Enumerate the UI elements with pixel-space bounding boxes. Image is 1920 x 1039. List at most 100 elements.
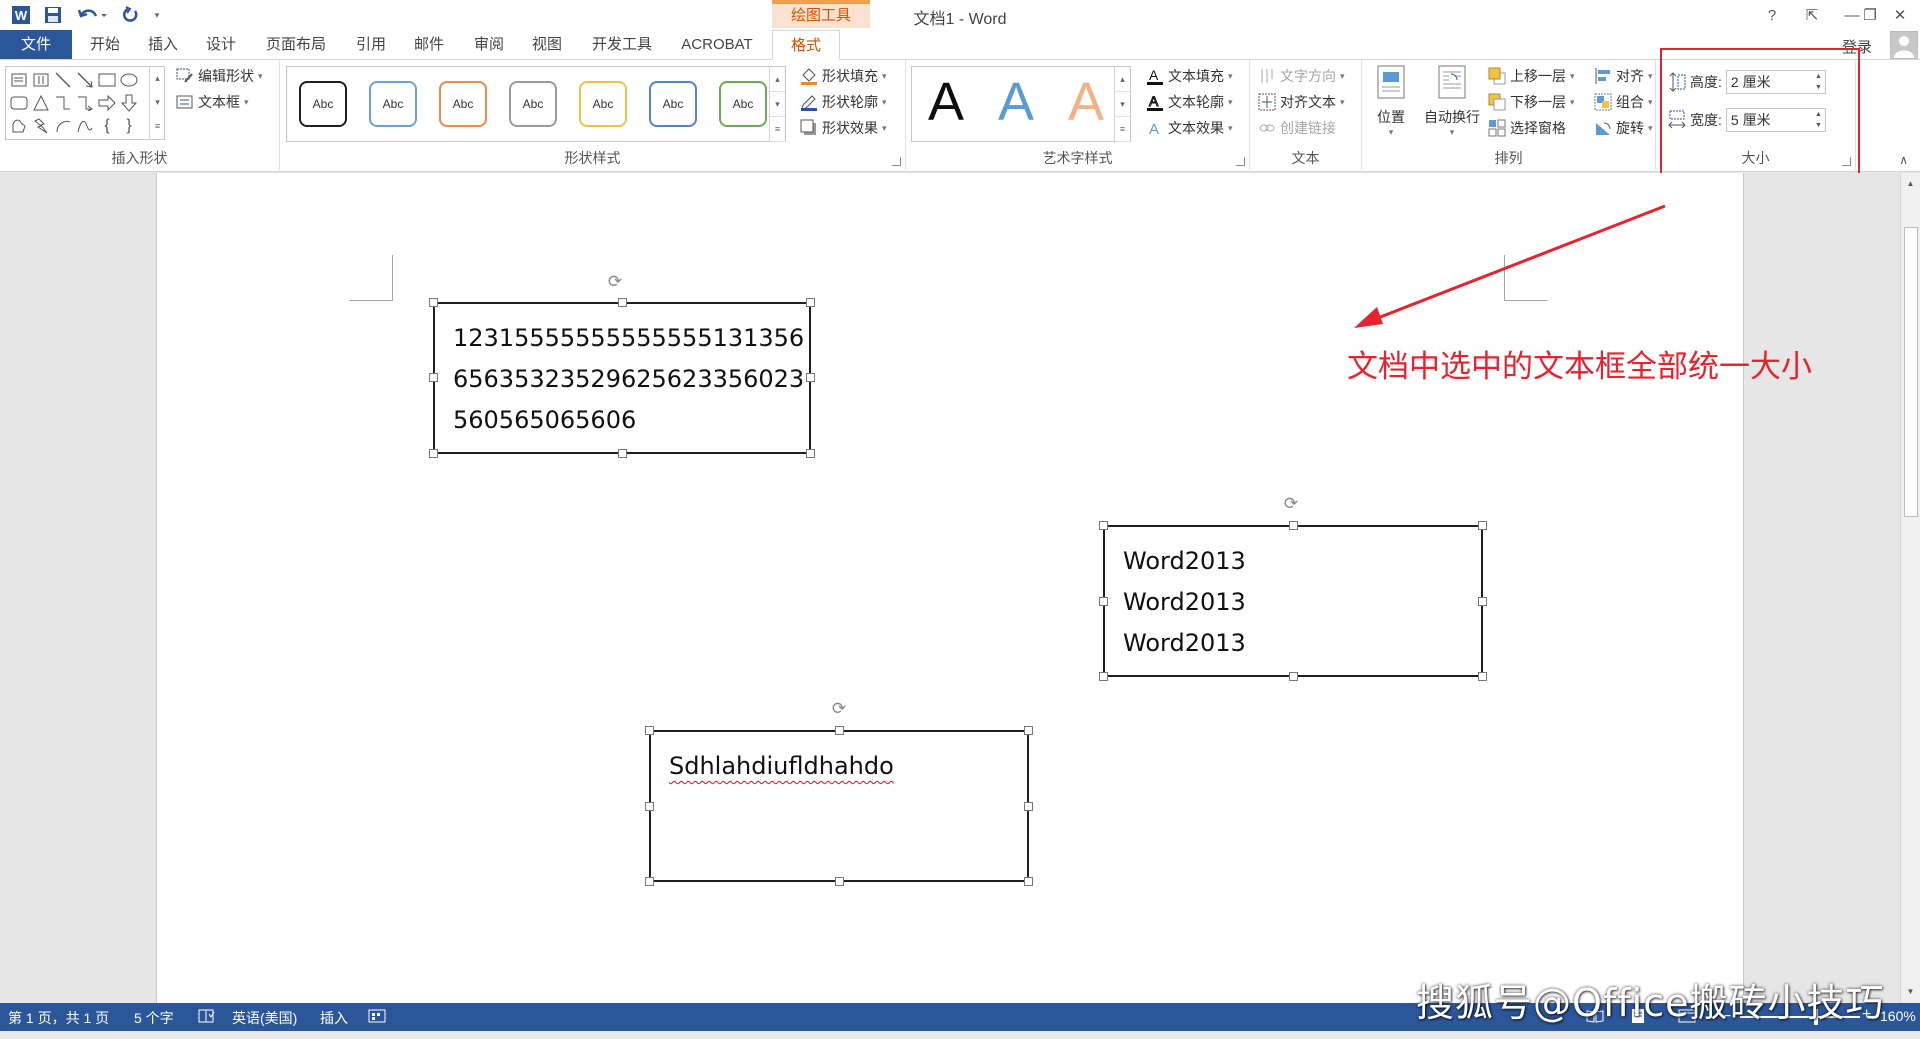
position-button[interactable]: 位置 ▾ [1368,64,1414,138]
scrollbar-thumb[interactable] [1904,227,1918,517]
gallery-more-icon[interactable]: ≡ [770,117,785,142]
oval-shape-icon[interactable] [119,70,139,90]
shape-style-thumb[interactable]: Abc [719,81,767,127]
wrap-text-button[interactable]: 自动换行 ▾ [1420,64,1484,138]
shape-style-gallery-scroll[interactable]: ▴ ▾ ≡ [769,67,785,142]
right-arrow-shape-icon[interactable] [97,93,117,113]
tab-design[interactable]: 设计 [196,30,246,59]
tab-developer[interactable]: 开发工具 [584,30,660,59]
triangle-shape-icon[interactable] [31,93,51,113]
width-spinner-icon[interactable]: ▲ ▼ [1815,109,1822,131]
close-button[interactable]: ✕ [1880,3,1920,27]
ribbon-display-options-button[interactable]: ⇱ [1792,3,1832,27]
document-area[interactable]: ⟳ 12315555555555555131356 65635323529625… [0,173,1900,1003]
wordart-gallery-scroll[interactable]: ▴ ▾ ≡ [1114,67,1130,142]
tab-insert[interactable]: 插入 [138,30,188,59]
tab-acrobat[interactable]: ACROBAT [672,30,762,59]
shape-outline-button[interactable]: 形状轮廓 ▾ [800,92,887,112]
macro-recording-icon[interactable] [368,1008,386,1027]
gallery-up-icon[interactable]: ▴ [1115,67,1130,92]
arrow-line-shape-icon[interactable] [75,70,95,90]
tab-file[interactable]: 文件 [0,30,72,59]
arc-shape-icon[interactable] [53,116,73,136]
shape-effects-button[interactable]: 形状效果 ▾ [800,118,887,138]
right-brace-shape-icon[interactable]: } [119,116,139,136]
tab-format[interactable]: 格式 [772,30,840,60]
proofing-icon[interactable] [198,1008,216,1027]
gallery-down-icon[interactable]: ▾ [150,90,165,114]
scroll-down-icon[interactable]: ▼ [1901,983,1920,1001]
shape-fill-button[interactable]: 形状填充 ▾ [800,66,887,86]
left-brace-shape-icon[interactable]: { [97,116,117,136]
wordart-style-gallery[interactable]: A A A ▴ ▾ ≡ [911,66,1131,142]
vertical-scrollbar[interactable]: ▲ ▼ [1900,173,1920,1003]
shape-style-thumb[interactable]: Abc [299,81,347,127]
dialog-launcher-icon[interactable] [892,157,901,166]
down-arrow-shape-icon[interactable] [119,93,139,113]
shape-style-thumb[interactable]: Abc [649,81,697,127]
tab-page-layout[interactable]: 页面布局 [256,30,336,59]
edit-shape-button[interactable]: 编辑形状 ▾ [176,66,263,86]
sign-in-link[interactable]: 登录 [1842,36,1872,57]
page-count-status[interactable]: 第 1 页，共 1 页 [8,1008,109,1028]
gallery-down-icon[interactable]: ▾ [770,92,785,117]
rotate-button[interactable]: 旋转 ▾ [1594,118,1653,138]
help-button[interactable]: ? [1752,3,1792,27]
bring-forward-button[interactable]: 上移一层 ▾ [1488,66,1575,86]
elbow-connector-shape-icon[interactable] [53,93,73,113]
rounded-rectangle-shape-icon[interactable] [9,93,29,113]
create-link-button[interactable]: 创建链接 [1258,118,1336,138]
lightning-shape-icon[interactable] [31,116,51,136]
shape-gallery[interactable]: { } [5,66,165,140]
shape-style-thumb[interactable]: Abc [579,81,627,127]
scroll-up-icon[interactable]: ▲ [1901,175,1920,193]
shape-style-thumb[interactable]: Abc [439,81,487,127]
shape-gallery-scroll[interactable]: ▴ ▾ ≡ [149,66,165,140]
wordart-style-thumb[interactable]: A [1068,71,1104,133]
shape-style-thumb[interactable]: Abc [369,81,417,127]
tab-references[interactable]: 引用 [346,30,396,59]
document-page[interactable]: ⟳ 12315555555555555131356 65635323529625… [156,173,1812,1003]
language-status[interactable]: 英语(美国) [232,1008,297,1028]
gallery-more-icon[interactable]: ≡ [1115,117,1130,142]
freeform-shape-icon[interactable] [9,116,29,136]
shape-style-thumb[interactable]: Abc [509,81,557,127]
gallery-up-icon[interactable]: ▴ [770,67,785,92]
collapse-ribbon-icon[interactable]: ∧ [1899,153,1908,167]
avatar[interactable] [1890,31,1918,59]
shape-style-gallery[interactable]: Abc Abc Abc Abc Abc Abc Abc ▴ ▾ ≡ [286,66,786,142]
text-fill-button[interactable]: A 文本填充 ▾ [1146,66,1233,86]
vertical-text-box-icon[interactable] [31,70,51,90]
dialog-launcher-icon[interactable] [1236,157,1245,166]
gallery-down-icon[interactable]: ▾ [1115,92,1130,117]
group-objects-button[interactable]: 组合 ▾ [1594,92,1653,112]
dialog-launcher-icon[interactable] [1842,157,1851,166]
shape-height-input[interactable]: 2 厘米 ▲ ▼ [1725,70,1826,94]
tab-home[interactable]: 开始 [80,30,130,59]
send-backward-button[interactable]: 下移一层 ▾ [1488,92,1575,112]
zoom-level[interactable]: 160% [1880,1008,1916,1024]
gallery-up-icon[interactable]: ▴ [150,66,165,90]
curve-shape-icon[interactable] [75,116,95,136]
tab-mailings[interactable]: 邮件 [404,30,454,59]
align-text-button[interactable]: 对齐文本 ▾ [1258,92,1345,112]
shape-width-input[interactable]: 5 厘米 ▲ ▼ [1725,108,1826,132]
text-direction-button[interactable]: 文字方向 ▾ [1258,66,1345,86]
gallery-more-icon[interactable]: ≡ [150,114,165,138]
text-box-button[interactable]: 文本框 ▾ [176,92,249,112]
tab-view[interactable]: 视图 [522,30,572,59]
text-box-shape-icon[interactable] [9,70,29,90]
tab-review[interactable]: 审阅 [464,30,514,59]
word-count-status[interactable]: 5 个字 [134,1008,174,1028]
insert-mode-status[interactable]: 插入 [320,1008,348,1028]
wordart-style-thumb[interactable]: A [928,71,964,133]
line-shape-icon[interactable] [53,70,73,90]
text-outline-button[interactable]: A 文本轮廓 ▾ [1146,92,1233,112]
rectangle-shape-icon[interactable] [97,70,117,90]
height-spinner-icon[interactable]: ▲ ▼ [1815,71,1822,93]
text-effects-button[interactable]: A 文本效果 ▾ [1146,118,1233,138]
align-button[interactable]: 对齐 ▾ [1594,66,1653,86]
selection-pane-button[interactable]: 选择窗格 [1488,118,1566,138]
elbow-arrow-connector-icon[interactable] [75,93,95,113]
wordart-style-thumb[interactable]: A [998,71,1034,133]
